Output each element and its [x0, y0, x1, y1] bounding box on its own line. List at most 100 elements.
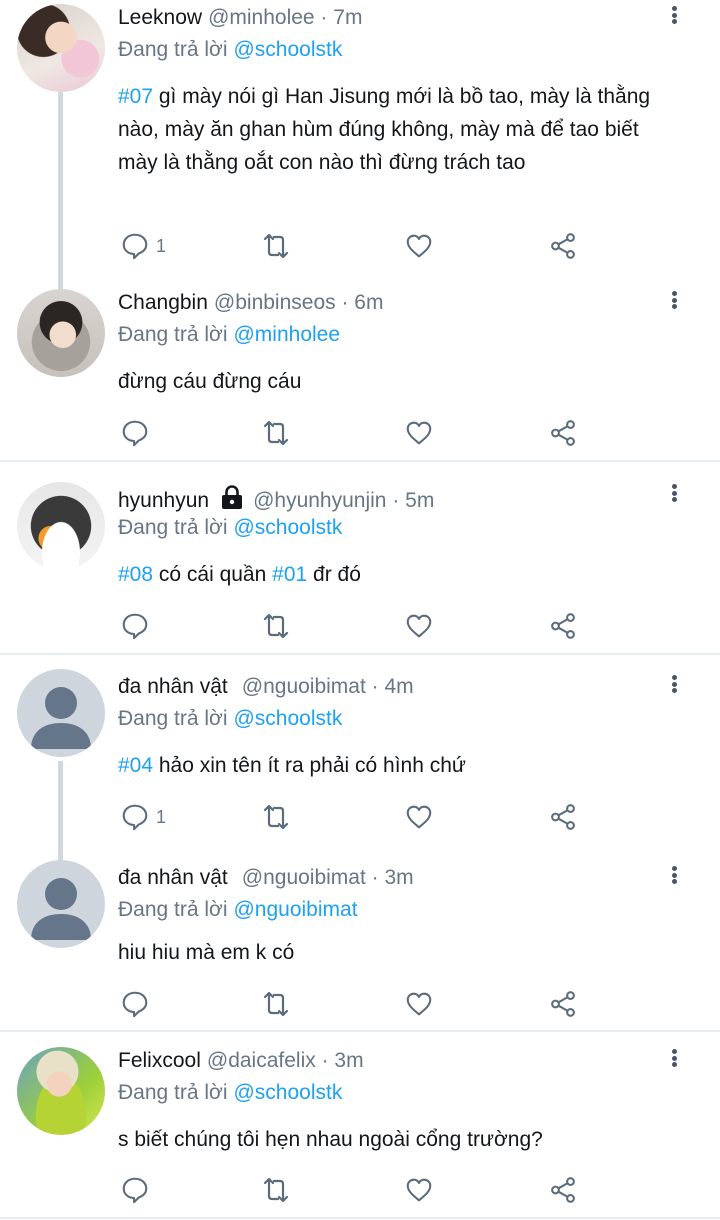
- retweet-icon: [260, 988, 292, 1020]
- reply-prefix: Đang trả lời: [118, 1081, 228, 1104]
- retweet-icon: [260, 1174, 292, 1206]
- display-name[interactable]: đa nhân vật: [118, 675, 228, 698]
- thread-line: [58, 92, 63, 292]
- like-button[interactable]: [404, 801, 434, 833]
- more-vertical-icon[interactable]: [664, 480, 684, 506]
- share-icon: [548, 1175, 578, 1205]
- hashtag[interactable]: #01: [272, 563, 307, 586]
- display-name[interactable]: hyunhyun: [118, 489, 209, 512]
- more-vertical-icon[interactable]: [664, 671, 684, 697]
- reply-button[interactable]: [120, 988, 150, 1020]
- like-button[interactable]: [404, 1174, 434, 1206]
- reply-prefix: Đang trả lời: [118, 38, 228, 61]
- reply-mention[interactable]: @schoolstk: [233, 707, 342, 730]
- avatar[interactable]: [17, 669, 105, 757]
- like-button[interactable]: [404, 230, 434, 262]
- reply-button[interactable]: [120, 1174, 150, 1206]
- tweet-body-end: đr đó: [307, 563, 361, 586]
- handle-time[interactable]: @nguoibimat · 3m: [242, 866, 414, 889]
- retweet-button[interactable]: [260, 801, 292, 833]
- reply-prefix: Đang trả lời: [118, 707, 228, 730]
- display-name[interactable]: Changbin: [118, 291, 208, 314]
- display-name[interactable]: đa nhân vật: [118, 866, 228, 889]
- like-button[interactable]: [404, 417, 434, 449]
- heart-icon: [404, 418, 434, 448]
- avatar[interactable]: [17, 482, 105, 570]
- share-icon: [548, 611, 578, 641]
- avatar[interactable]: [17, 860, 105, 948]
- tweet-text: #07 gì mày nói gì Han Jisung mới là bồ t…: [118, 80, 678, 179]
- reply-button[interactable]: 1: [120, 801, 166, 833]
- tweet-body: có cái quần: [153, 563, 273, 586]
- like-button[interactable]: [404, 610, 434, 642]
- retweet-button[interactable]: [260, 610, 292, 642]
- tweet-hyunhyun[interactable]: hyunhyun @hyunhyunjin · 5m Đang trả lời @s…: [0, 478, 720, 653]
- heart-icon: [404, 231, 434, 261]
- avatar[interactable]: [17, 289, 105, 377]
- thread-line: [58, 761, 63, 861]
- tweet-leeknow[interactable]: Leeknow @minholee · 7m Đang trả lời @schoo…: [0, 0, 720, 292]
- like-button[interactable]: [404, 988, 434, 1020]
- tweet-text: #08 có cái quần #01 đr đó: [118, 558, 678, 591]
- lock-icon: [222, 485, 243, 509]
- avatar[interactable]: [17, 1047, 105, 1135]
- more-vertical-icon[interactable]: [664, 1045, 684, 1071]
- reply-mention[interactable]: @schoolstk: [233, 38, 342, 61]
- heart-icon: [404, 802, 434, 832]
- tweet-changbin[interactable]: Changbin @binbinseos · 6m Đang trả lời @mi…: [0, 285, 720, 460]
- reply-button[interactable]: 1: [120, 230, 166, 262]
- divider: [0, 653, 720, 655]
- tweet-text: #04 hảo xin tên ít ra phải có hình chứ: [118, 749, 678, 782]
- reply-mention[interactable]: @schoolstk: [233, 516, 342, 539]
- tweet-body: gì mày nói gì Han Jisung mới là bồ tao, …: [118, 85, 651, 174]
- share-button[interactable]: [548, 988, 578, 1020]
- tweet-da-nhan-vat[interactable]: đa nhân vật @nguoibimat · 4m Đang trả lời…: [0, 669, 720, 861]
- retweet-icon: [260, 230, 292, 262]
- default-avatar-icon: [31, 687, 91, 749]
- divider: [0, 1217, 720, 1219]
- share-icon: [548, 418, 578, 448]
- tweet-text: đừng cáu đừng cáu: [118, 370, 302, 393]
- handle-time[interactable]: @minholee · 7m: [208, 6, 362, 29]
- hashtag[interactable]: #07: [118, 85, 153, 108]
- more-vertical-icon[interactable]: [664, 287, 684, 313]
- retweet-icon: [260, 417, 292, 449]
- avatar[interactable]: [17, 4, 105, 92]
- reply-icon: [120, 802, 150, 832]
- reply-mention[interactable]: @nguoibimat: [233, 898, 357, 921]
- reply-icon: [120, 989, 150, 1019]
- share-button[interactable]: [548, 230, 578, 262]
- more-vertical-icon[interactable]: [664, 862, 684, 888]
- handle-time[interactable]: @binbinseos · 6m: [214, 291, 384, 314]
- tweet-da-nhan-vat-reply[interactable]: đa nhân vật @nguoibimat · 3m Đang trả lời…: [0, 860, 720, 1030]
- reply-mention[interactable]: @schoolstk: [233, 1081, 342, 1104]
- more-vertical-icon[interactable]: [664, 2, 684, 28]
- divider: [0, 460, 720, 462]
- heart-icon: [404, 611, 434, 641]
- tweet-felixcool[interactable]: Felixcool @daicafelix · 3m Đang trả lời @s…: [0, 1043, 720, 1218]
- reply-count: 1: [156, 235, 167, 256]
- reply-button[interactable]: [120, 417, 150, 449]
- share-button[interactable]: [548, 610, 578, 642]
- hashtag[interactable]: #04: [118, 754, 153, 777]
- reply-prefix: Đang trả lời: [118, 323, 228, 346]
- share-icon: [548, 231, 578, 261]
- retweet-button[interactable]: [260, 988, 292, 1020]
- handle-time[interactable]: @nguoibimat · 4m: [242, 675, 414, 698]
- display-name[interactable]: Leeknow: [118, 6, 202, 29]
- share-icon: [548, 989, 578, 1019]
- hashtag[interactable]: #08: [118, 563, 153, 586]
- retweet-button[interactable]: [260, 1174, 292, 1206]
- share-button[interactable]: [548, 417, 578, 449]
- share-button[interactable]: [548, 1174, 578, 1206]
- share-button[interactable]: [548, 801, 578, 833]
- display-name[interactable]: Felixcool: [118, 1049, 201, 1072]
- reply-icon: [120, 231, 150, 261]
- reply-mention[interactable]: @minholee: [233, 323, 340, 346]
- handle-time[interactable]: @daicafelix · 3m: [207, 1049, 364, 1072]
- retweet-button[interactable]: [260, 230, 292, 262]
- retweet-button[interactable]: [260, 417, 292, 449]
- handle-time[interactable]: @hyunhyunjin · 5m: [253, 489, 434, 512]
- tweet-body: hảo xin tên ít ra phải có hình chứ: [153, 754, 466, 777]
- reply-button[interactable]: [120, 610, 150, 642]
